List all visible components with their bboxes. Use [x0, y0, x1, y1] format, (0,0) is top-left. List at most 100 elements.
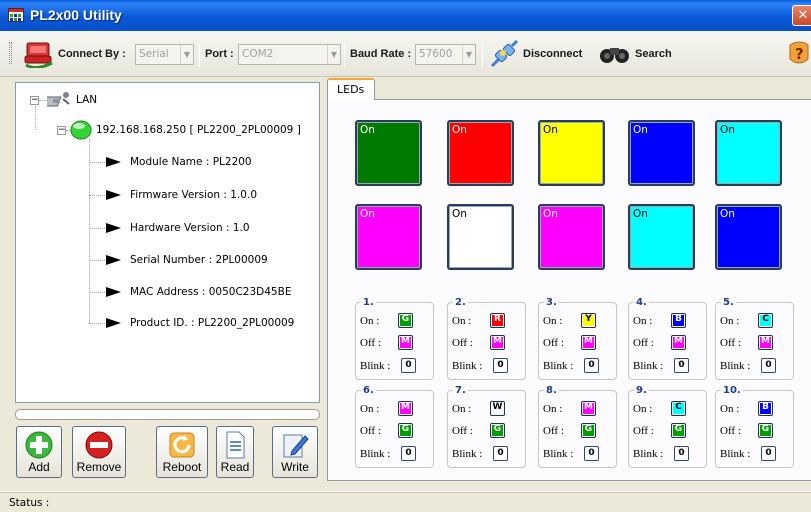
online-status-icon [70, 120, 92, 140]
on-label: On : [720, 403, 740, 415]
write-pencil-icon [283, 434, 309, 458]
connect-by-select[interactable]: Serial ▼ [135, 44, 194, 65]
blink-value[interactable]: 0 [584, 358, 599, 373]
baud-rate-select[interactable]: 57600 ▼ [415, 44, 476, 65]
off-label: Off : [543, 337, 564, 349]
collapse-toggle[interactable]: − [57, 126, 66, 135]
disconnect-button[interactable]: Disconnect [523, 48, 582, 60]
disconnect-plug-icon[interactable] [490, 40, 518, 68]
binoculars-icon[interactable] [598, 44, 632, 64]
blink-value[interactable]: 0 [674, 446, 689, 461]
toolbar-grip[interactable] [9, 42, 12, 64]
status-text: Status : [9, 497, 50, 509]
tree-line [89, 162, 105, 163]
blink-label: Blink : [360, 448, 391, 460]
port-select[interactable]: COM2 ▼ [238, 44, 341, 65]
led-swatch[interactable]: On [628, 204, 695, 270]
write-button[interactable]: Write [272, 426, 318, 478]
blink-value[interactable]: 0 [761, 358, 776, 373]
chevron-down-icon: ▼ [327, 45, 340, 64]
on-color-chip[interactable]: C [758, 313, 773, 328]
blink-value[interactable]: 0 [401, 446, 416, 461]
toolbar-divider [199, 43, 200, 67]
off-color-chip[interactable]: G [581, 423, 596, 438]
tree-device-label[interactable]: 192.168.168.250 [ PL2200_2PL00009 ] [96, 124, 301, 136]
off-color-chip[interactable]: M [581, 335, 596, 350]
off-color-chip[interactable]: M [671, 335, 686, 350]
off-label: Off : [720, 337, 741, 349]
tree-line [35, 106, 36, 130]
tree-line [39, 100, 47, 101]
connect-icon[interactable] [24, 41, 54, 68]
on-color-chip[interactable]: Y [581, 313, 596, 328]
reboot-button[interactable]: Reboot [156, 426, 208, 478]
on-label: On : [720, 315, 740, 327]
read-button[interactable]: Read [216, 426, 254, 478]
help-icon[interactable]: ? [787, 39, 811, 67]
on-label: On : [452, 403, 472, 415]
tree-property-item[interactable]: Module Name : PL2200 [130, 156, 252, 168]
off-color-chip[interactable]: G [671, 423, 686, 438]
off-color-chip[interactable]: M [490, 335, 505, 350]
tree-property-item[interactable]: Hardware Version : 1.0 [130, 222, 250, 234]
off-color-chip[interactable]: M [398, 335, 413, 350]
led-number: 3. [544, 297, 559, 308]
on-color-chip[interactable]: W [490, 401, 505, 416]
remove-button[interactable]: Remove [72, 426, 126, 478]
off-color-chip[interactable]: G [758, 423, 773, 438]
on-color-chip[interactable]: M [581, 401, 596, 416]
on-color-chip[interactable]: B [671, 313, 686, 328]
tree-property-item[interactable]: MAC Address : 0050C23D45BE [130, 286, 291, 298]
led-setting-group: 4. On : B Off : M Blink : 0 [628, 297, 707, 380]
window-title: PL2x00 Utility [30, 7, 122, 23]
tree-property-item[interactable]: Firmware Version : 1.0.0 [130, 189, 257, 201]
blink-value[interactable]: 0 [401, 358, 416, 373]
led-swatch[interactable]: On [447, 120, 514, 186]
blink-value[interactable]: 0 [761, 446, 776, 461]
led-swatch[interactable]: On [355, 204, 422, 270]
off-color-chip[interactable]: G [398, 423, 413, 438]
on-color-chip[interactable]: C [671, 401, 686, 416]
led-swatch[interactable]: On [538, 120, 605, 186]
off-color-chip[interactable]: M [758, 335, 773, 350]
led-swatch[interactable]: On [447, 204, 514, 270]
tab-leds[interactable]: LEDs [327, 78, 375, 100]
off-label: Off : [452, 337, 473, 349]
collapse-toggle[interactable]: − [30, 96, 39, 105]
on-label: On : [452, 315, 472, 327]
on-label: On : [633, 315, 653, 327]
on-color-chip[interactable]: B [758, 401, 773, 416]
on-color-chip[interactable]: G [398, 313, 413, 328]
led-state-label: On [360, 208, 375, 220]
blink-value[interactable]: 0 [584, 446, 599, 461]
add-button[interactable]: Add [16, 426, 62, 478]
blink-value[interactable]: 0 [674, 358, 689, 373]
app-window: PL2x00 Utility ✕ Connect By : Serial ▼ P… [0, 0, 811, 512]
off-label: Off : [543, 425, 564, 437]
on-color-chip[interactable]: M [398, 401, 413, 416]
port-label: Port : [205, 48, 234, 60]
off-color-chip[interactable]: G [490, 423, 505, 438]
device-tree[interactable]: − LAN − 192.168.168.250 [ PL2200_2PL0000… [15, 82, 320, 403]
write-button-label: Write [281, 460, 309, 474]
tree-line [89, 260, 105, 261]
led-swatch[interactable]: On [715, 120, 782, 186]
close-button[interactable]: ✕ [792, 5, 811, 26]
blink-label: Blink : [543, 360, 574, 372]
led-setting-group: 7. On : W Off : G Blink : 0 [447, 385, 526, 468]
blink-value[interactable]: 0 [493, 446, 508, 461]
tree-property-item[interactable]: Serial Number : 2PL00009 [130, 254, 268, 266]
reboot-icon [169, 432, 195, 458]
tree-property-item[interactable]: Product ID. : PL2200_2PL00009 [130, 317, 294, 329]
search-button[interactable]: Search [635, 48, 672, 60]
led-swatch[interactable]: On [355, 120, 422, 186]
led-swatch[interactable]: On [628, 120, 695, 186]
tree-root-label[interactable]: LAN [76, 94, 97, 106]
blink-value[interactable]: 0 [493, 358, 508, 373]
led-swatch[interactable]: On [538, 204, 605, 270]
blink-label: Blink : [720, 360, 751, 372]
on-label: On : [543, 403, 563, 415]
on-color-chip[interactable]: R [490, 313, 505, 328]
off-label: Off : [633, 337, 654, 349]
led-swatch[interactable]: On [715, 204, 782, 270]
